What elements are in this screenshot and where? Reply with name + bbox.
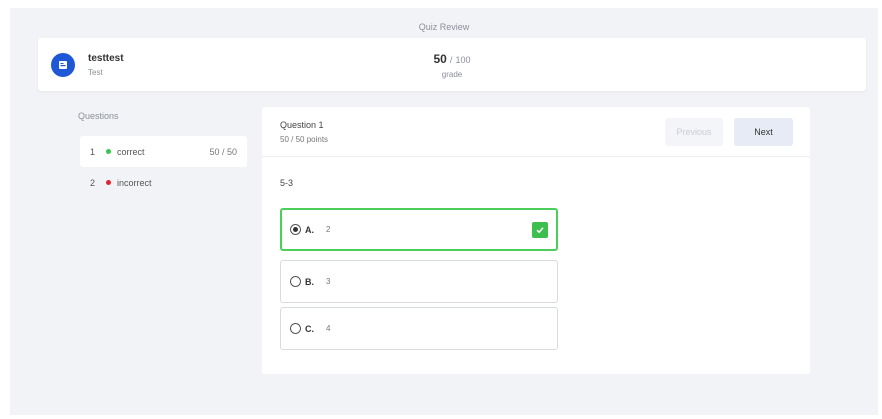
app-frame: Quiz Review testtest Test 50 / 100 grade… — [10, 8, 878, 415]
status-dot — [106, 180, 111, 185]
question-card: Question 1 50 / 50 points Previous Next … — [262, 107, 810, 374]
grade-value: 50 — [433, 52, 447, 66]
questions-heading: Questions — [78, 111, 119, 121]
question-list: 1 correct 50 / 50 2 incorrect — [80, 136, 247, 198]
radio-selected-icon — [290, 224, 301, 235]
user-header-card: testtest Test 50 / 100 grade — [38, 38, 866, 91]
question-score: 50 / 50 — [209, 146, 237, 157]
page-title: Quiz Review — [418, 22, 470, 32]
option-letter: B. — [305, 276, 314, 287]
next-button[interactable]: Next — [734, 118, 793, 146]
grade-total: 100 — [455, 55, 471, 65]
question-status: correct — [117, 146, 145, 157]
question-prompt: 5-3 — [280, 178, 294, 188]
previous-button[interactable]: Previous — [665, 118, 723, 146]
answer-option-a[interactable]: A. 2 — [280, 208, 558, 251]
radio-unselected-icon — [290, 323, 301, 334]
question-list-item-1[interactable]: 1 correct 50 / 50 — [80, 136, 247, 167]
option-text: 2 — [326, 225, 331, 234]
question-title: Question 1 — [280, 120, 324, 130]
grade-score: 50 / 100 — [38, 52, 866, 66]
grade-separator: / — [449, 55, 453, 65]
question-list-item-2[interactable]: 2 incorrect — [80, 167, 247, 198]
option-letter: A. — [305, 224, 314, 235]
question-points: 50 / 50 points — [280, 135, 329, 144]
grade-label: grade — [441, 70, 463, 79]
status-dot — [106, 149, 111, 154]
divider — [262, 156, 810, 157]
radio-unselected-icon — [290, 276, 301, 287]
correct-check-icon — [532, 222, 548, 238]
question-number: 2 — [90, 177, 96, 188]
question-number: 1 — [90, 146, 96, 157]
option-text: 4 — [326, 324, 331, 333]
option-text: 3 — [326, 277, 331, 286]
question-status: incorrect — [117, 177, 152, 188]
answer-option-b[interactable]: B. 3 — [280, 260, 558, 303]
option-letter: C. — [305, 323, 314, 334]
answer-option-c[interactable]: C. 4 — [280, 307, 558, 350]
